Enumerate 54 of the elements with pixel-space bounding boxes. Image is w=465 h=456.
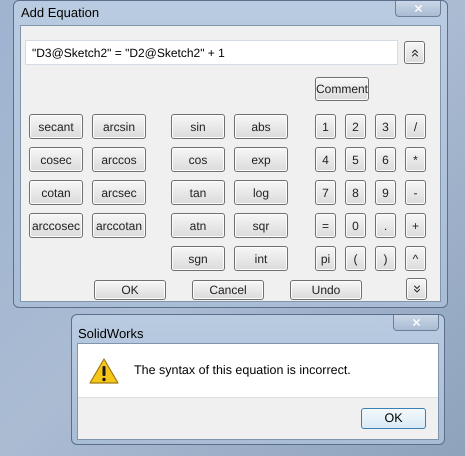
keypad-key[interactable]: atn (171, 213, 225, 238)
keypad-key[interactable]: cos (171, 147, 225, 172)
ok-button[interactable]: OK (361, 408, 426, 429)
keypad-key[interactable]: ) (375, 246, 396, 271)
close-icon (410, 317, 422, 328)
keypad-key[interactable]: 8 (345, 180, 366, 205)
comment-button[interactable]: Comment (315, 77, 369, 101)
keypad-key[interactable]: * (405, 147, 426, 172)
close-button[interactable] (395, 1, 441, 17)
keypad-key[interactable]: 5 (345, 147, 366, 172)
equation-field[interactable]: "D3@Sketch2" = "D2@Sketch2" + 1 (25, 40, 398, 65)
keypad-key[interactable]: 6 (375, 147, 396, 172)
keypad-key[interactable]: ( (345, 246, 366, 271)
keypad-key[interactable]: cosec (29, 147, 83, 172)
close-button[interactable] (393, 315, 439, 331)
keypad-key[interactable]: / (405, 114, 426, 139)
keypad-key[interactable]: log (234, 180, 288, 205)
keypad-key[interactable]: arccosec (29, 213, 83, 238)
window-title: Add Equation (20, 4, 100, 22)
keypad-key[interactable]: arccotan (92, 213, 146, 238)
close-icon (412, 3, 424, 14)
dialog-action-button[interactable]: Undo (290, 280, 362, 300)
keypad-key[interactable]: - (405, 180, 426, 205)
dialog-action-button[interactable]: OK (94, 280, 166, 300)
keypad-key[interactable]: cotan (29, 180, 83, 205)
keypad-key[interactable]: 0 (345, 213, 366, 238)
keypad-key[interactable]: arccos (92, 147, 146, 172)
keypad-key[interactable]: abs (234, 114, 288, 139)
keypad-key[interactable]: tan (171, 180, 225, 205)
keypad-key[interactable]: ^ (405, 246, 426, 271)
dialog-action-button[interactable]: Cancel (192, 280, 264, 300)
keypad-key[interactable]: 3 (375, 114, 396, 139)
keypad-key[interactable]: arcsin (92, 114, 146, 139)
keypad-key[interactable]: 1 (315, 114, 336, 139)
keypad-key[interactable]: pi (315, 246, 336, 271)
window-title: SolidWorks (77, 325, 144, 343)
keypad-key[interactable]: sgn (171, 246, 225, 271)
keypad-key[interactable]: int (234, 246, 288, 271)
keypad-key[interactable]: = (315, 213, 336, 238)
keypad-key[interactable]: . (375, 213, 396, 238)
keypad-key[interactable]: sin (171, 114, 225, 139)
keypad-key[interactable]: secant (29, 114, 83, 139)
keypad-key[interactable]: arcsec (92, 180, 146, 205)
keypad-key[interactable]: 7 (315, 180, 336, 205)
error-message: The syntax of this equation is incorrect. (134, 362, 351, 380)
keypad-key[interactable]: 4 (315, 147, 336, 172)
collapse-button[interactable] (404, 41, 425, 64)
keypad-key[interactable]: sqr (234, 213, 288, 238)
expand-button[interactable] (406, 278, 427, 300)
warning-icon (88, 356, 120, 384)
keypad-key[interactable]: 2 (345, 114, 366, 139)
keypad-key[interactable]: 9 (375, 180, 396, 205)
keypad-key[interactable]: exp (234, 147, 288, 172)
keypad-key[interactable]: + (405, 213, 426, 238)
